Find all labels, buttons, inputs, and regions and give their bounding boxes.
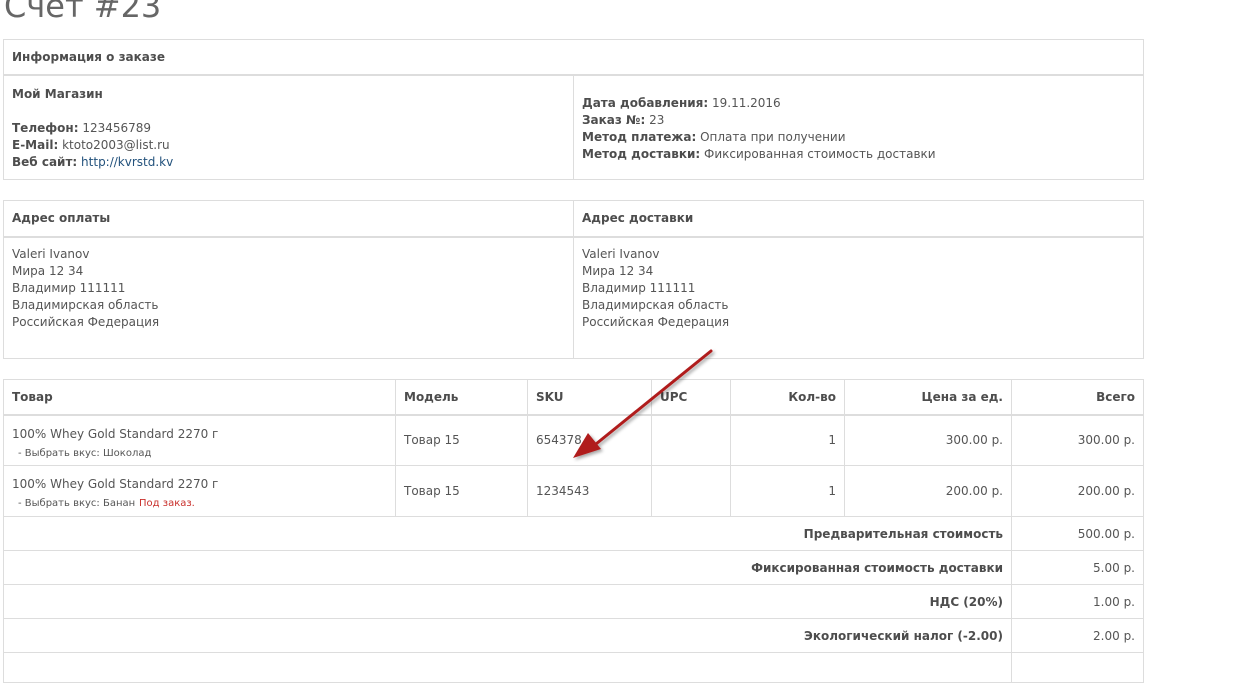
- table-row: 100% Whey Gold Standard 2270 г - Выбрать…: [3, 414, 1144, 466]
- payment-address-header: Адрес оплаты: [3, 200, 574, 238]
- address-line: Российская Федерация: [12, 314, 160, 329]
- vat-label: НДС (20%): [3, 584, 1012, 619]
- product-name: 100% Whey Gold Standard 2270 г: [12, 477, 219, 491]
- product-name: 100% Whey Gold Standard 2270 г: [12, 426, 219, 441]
- shipping-method-value: Фиксированная стоимость доставки: [704, 146, 936, 161]
- quantity-cell: 1: [730, 465, 845, 517]
- row-total-cell: 300.00 р.: [1011, 414, 1144, 466]
- column-header-quantity: Кол-во: [730, 379, 845, 416]
- product-option: - Выбрать вкус: Банан: [18, 498, 136, 509]
- order-number-value: 23: [649, 112, 665, 127]
- address-line: Владимирская область: [12, 297, 159, 312]
- column-header-sku: SKU: [527, 379, 652, 416]
- address-line: Владимир 111111: [12, 280, 126, 295]
- order-info-table: Информация о заказе Мой Магазин Телефон:…: [2, 39, 1145, 180]
- sku-cell: 1234543: [527, 465, 652, 517]
- email-value: ktoto2003@list.ru: [62, 137, 170, 152]
- phone-label: Телефон:: [12, 120, 79, 135]
- totals-row-cut: [3, 652, 1012, 683]
- order-details: Дата добавления: 19.11.2016 Заказ №: 23 …: [572, 74, 1145, 180]
- phone-value: 123456789: [82, 120, 152, 135]
- address-line: Владимир 111111: [582, 280, 696, 295]
- store-info: Мой Магазин Телефон: 123456789 E-Mail: k…: [3, 74, 574, 180]
- column-header-unit-price: Цена за ед.: [844, 379, 1012, 416]
- product-cell: 100% Whey Gold Standard 2270 г - Выбрать…: [3, 465, 396, 517]
- address-line: Valeri Ivanov: [12, 246, 90, 261]
- table-row: 100% Whey Gold Standard 2270 г - Выбрать…: [3, 465, 1144, 517]
- sku-cell: 654378: [527, 414, 652, 466]
- totals-row: [3, 652, 1144, 683]
- product-cell: 100% Whey Gold Standard 2270 г - Выбрать…: [3, 414, 396, 466]
- payment-address: Valeri Ivanov Мира 12 34 Владимир 111111…: [3, 236, 574, 359]
- upc-cell: [651, 465, 731, 517]
- column-header-product: Товар: [3, 379, 396, 416]
- address-line: Valeri Ivanov: [582, 246, 660, 261]
- email-label: E-Mail:: [12, 137, 59, 152]
- eco-tax-value: 2.00 р.: [1011, 618, 1144, 653]
- order-info-header: Информация о заказе: [2, 39, 1145, 76]
- column-header-model: Модель: [395, 379, 528, 416]
- column-header-upc: UPC: [651, 379, 731, 416]
- website-link[interactable]: http://kvrstd.kv: [81, 155, 173, 169]
- shipping-cost-label: Фиксированная стоимость доставки: [3, 550, 1012, 585]
- model-cell: Товар 15: [395, 465, 528, 517]
- quantity-cell: 1: [730, 414, 845, 466]
- totals-row: НДС (20%) 1.00 р.: [3, 584, 1144, 619]
- totals-value-cut: [1011, 652, 1144, 683]
- product-option: - Выбрать вкус: Шоколад: [18, 447, 152, 459]
- shipping-address: Valeri Ivanov Мира 12 34 Владимир 111111…: [573, 236, 1144, 359]
- upc-cell: [651, 414, 731, 466]
- totals-row: Предварительная стоимость 500.00 р.: [3, 516, 1144, 551]
- date-label: Дата добавления:: [582, 95, 709, 110]
- unit-price-cell: 200.00 р.: [844, 465, 1012, 517]
- address-line: Мира 12 34: [12, 263, 84, 278]
- backorder-note: Под заказ.: [139, 498, 195, 509]
- store-name: Мой Магазин: [12, 86, 103, 101]
- order-number-label: Заказ №:: [582, 112, 646, 127]
- unit-price-cell: 300.00 р.: [844, 414, 1012, 466]
- page-title: Счет #23: [4, 0, 162, 25]
- totals-row: Экологический налог (-2.00) 2.00 р.: [3, 618, 1144, 653]
- eco-tax-label: Экологический налог (-2.00): [3, 618, 1012, 653]
- shipping-cost-value: 5.00 р.: [1011, 550, 1144, 585]
- shipping-address-header: Адрес доставки: [573, 200, 1144, 238]
- subtotal-value: 500.00 р.: [1011, 516, 1144, 551]
- column-header-total: Всего: [1011, 379, 1144, 416]
- items-table: Товар Модель SKU UPC Кол-во Цена за ед. …: [3, 379, 1144, 683]
- row-total-cell: 200.00 р.: [1011, 465, 1144, 517]
- payment-method-label: Метод платежа:: [582, 129, 697, 144]
- shipping-method-label: Метод доставки:: [582, 146, 701, 161]
- totals-row: Фиксированная стоимость доставки 5.00 р.: [3, 550, 1144, 585]
- address-line: Российская Федерация: [582, 314, 730, 329]
- date-value: 19.11.2016: [711, 95, 781, 110]
- address-line: Владимирская область: [582, 297, 729, 312]
- address-table: Адрес оплаты Адрес доставки Valeri Ivano…: [3, 200, 1144, 359]
- model-cell: Товар 15: [395, 414, 528, 466]
- website-label: Веб сайт:: [12, 154, 78, 169]
- payment-method-value: Оплата при получении: [700, 129, 846, 144]
- address-line: Мира 12 34: [582, 263, 654, 278]
- vat-value: 1.00 р.: [1011, 584, 1144, 619]
- subtotal-label: Предварительная стоимость: [3, 516, 1012, 551]
